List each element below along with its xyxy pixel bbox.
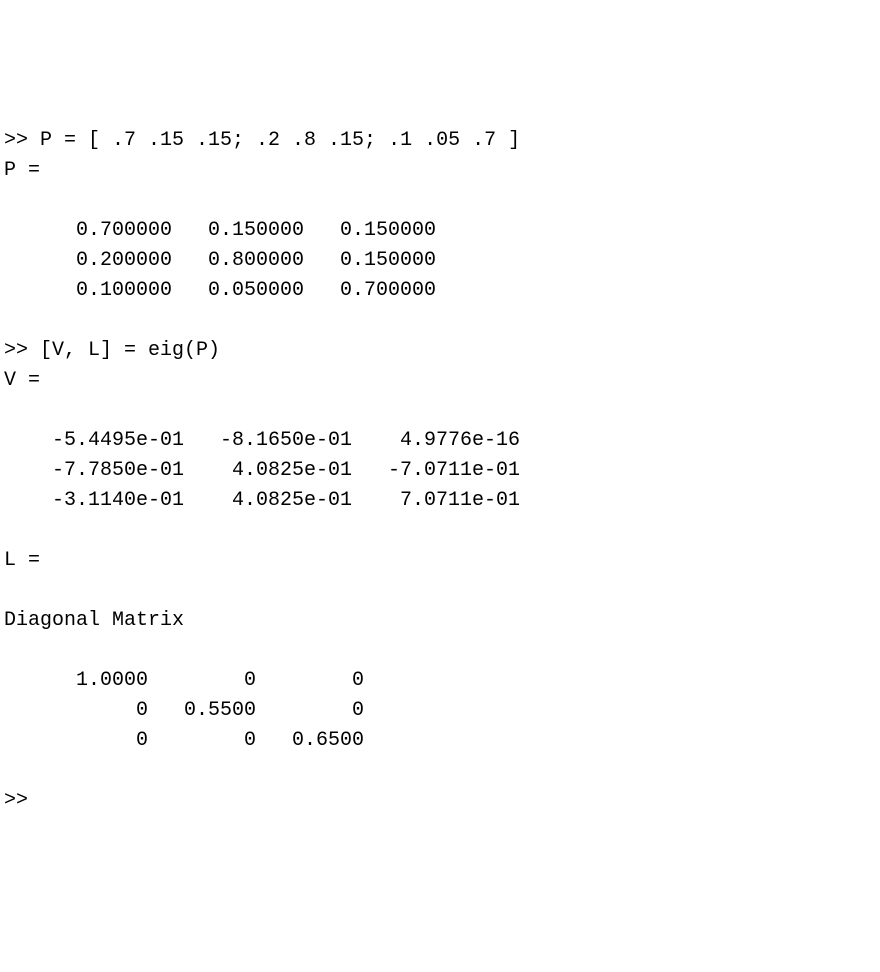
matrix-L-row: 000.6500 [4, 726, 364, 756]
prompt[interactable]: >> [4, 789, 28, 812]
matrix-P-row: 0.1000000.0500000.700000 [4, 276, 436, 306]
matrix-L-row: 00.55000 [4, 696, 364, 726]
command-line-1: >> P = [ .7 .15 .15; .2 .8 .15; .1 .05 .… [4, 129, 520, 152]
matrix-V-row: -5.4495e-01-8.1650e-014.9776e-16 [4, 426, 520, 456]
output-var-V: V = [4, 369, 40, 392]
diagonal-matrix-label: Diagonal Matrix [4, 609, 184, 632]
output-var-L: L = [4, 549, 40, 572]
matrix-P-row: 0.2000000.8000000.150000 [4, 246, 436, 276]
matrix-V-row: -3.1140e-014.0825e-017.0711e-01 [4, 486, 520, 516]
matrix-L-row: 1.000000 [4, 666, 364, 696]
terminal-output[interactable]: >> P = [ .7 .15 .15; .2 .8 .15; .1 .05 .… [4, 126, 876, 816]
output-var-P: P = [4, 159, 40, 182]
command-line-2: >> [V, L] = eig(P) [4, 339, 220, 362]
matrix-P-row: 0.7000000.1500000.150000 [4, 216, 436, 246]
matrix-V-row: -7.7850e-014.0825e-01-7.0711e-01 [4, 456, 520, 486]
